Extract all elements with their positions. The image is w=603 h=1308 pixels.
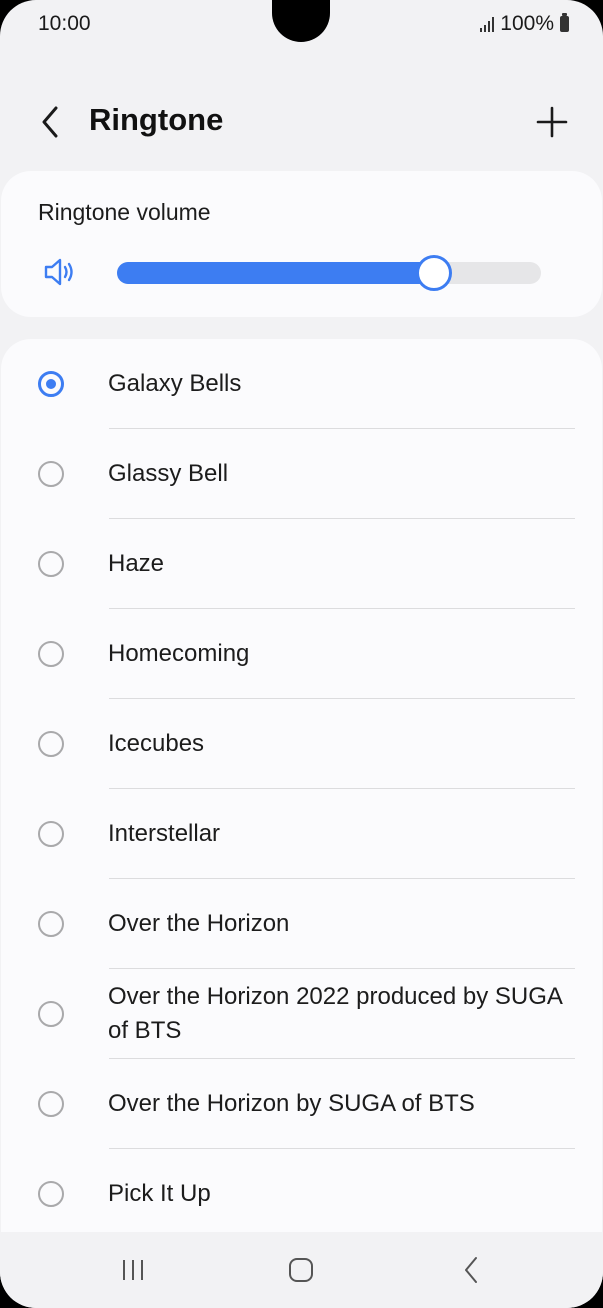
volume-slider-fill (117, 262, 431, 284)
system-back-button[interactable] (441, 1252, 501, 1288)
volume-slider[interactable] (117, 255, 541, 291)
ringtone-label: Over the Horizon (108, 910, 290, 937)
ringtone-radio[interactable] (38, 371, 64, 397)
recent-apps-button[interactable] (103, 1252, 163, 1288)
ringtone-item[interactable]: Over the Horizon 2022 produced by SUGA o… (1, 969, 602, 1059)
ringtone-label: Homecoming (108, 640, 250, 667)
status-bar: 10:00 100% (0, 0, 603, 50)
back-button[interactable] (30, 100, 70, 144)
ringtone-item[interactable]: Over the Horizon by SUGA of BTS (1, 1059, 602, 1149)
status-time: 10:00 (38, 12, 91, 35)
chevron-left-icon (42, 106, 58, 138)
ringtone-radio[interactable] (38, 731, 64, 757)
ringtone-item[interactable]: Glassy Bell (1, 429, 602, 519)
volume-slider-thumb[interactable] (415, 255, 452, 291)
volume-card: Ringtone volume (1, 171, 602, 317)
camera-notch (272, 0, 330, 42)
battery-icon (560, 13, 569, 32)
ringtone-list: Galaxy Bells Glassy Bell Haze Homecoming Ice… (1, 339, 602, 1239)
recent-apps-icon (123, 1260, 143, 1280)
ringtone-item[interactable]: Pick It Up (1, 1149, 602, 1239)
ringtone-radio[interactable] (38, 1091, 64, 1117)
home-icon (289, 1258, 313, 1282)
ringtone-label: Over the Horizon by SUGA of BTS (108, 1090, 475, 1117)
ringtone-label: Glassy Bell (108, 460, 229, 487)
add-ringtone-button[interactable] (528, 98, 576, 146)
plus-icon (536, 106, 568, 138)
ringtone-item[interactable]: Homecoming (1, 609, 602, 699)
ringtone-radio[interactable] (38, 911, 64, 937)
ringtone-screen: 10:00 100% Ringtone Ringtone volume Gala… (0, 0, 603, 1308)
home-button[interactable] (271, 1252, 331, 1288)
page-title: Ringtone (89, 102, 224, 137)
app-header: Ringtone (0, 80, 603, 164)
ringtone-radio[interactable] (38, 641, 64, 667)
ringtone-item[interactable]: Icecubes (1, 699, 602, 789)
ringtone-item[interactable]: Over the Horizon (1, 879, 602, 969)
ringtone-label: Interstellar (108, 820, 221, 847)
ringtone-radio[interactable] (38, 461, 64, 487)
ringtone-label: Over the Horizon 2022 produced by SUGA o… (108, 983, 562, 1044)
ringtone-radio[interactable] (38, 821, 64, 847)
ringtone-label: Pick It Up (108, 1180, 211, 1207)
ringtone-item[interactable]: Galaxy Bells (1, 339, 602, 429)
ringtone-label: Galaxy Bells (108, 370, 242, 397)
volume-label: Ringtone volume (38, 199, 211, 225)
navigation-bar (0, 1232, 603, 1308)
back-icon (465, 1257, 477, 1283)
ringtone-radio[interactable] (38, 551, 64, 577)
ringtone-radio[interactable] (38, 1001, 64, 1027)
ringtone-radio[interactable] (38, 1181, 64, 1207)
ringtone-item[interactable]: Interstellar (1, 789, 602, 879)
status-indicators: 100% (480, 12, 569, 36)
ringtone-item[interactable]: Haze (1, 519, 602, 609)
signal-icon (480, 16, 495, 32)
ringtone-label: Haze (108, 550, 165, 577)
speaker-icon[interactable] (43, 256, 79, 288)
battery-percentage: 100% (500, 12, 554, 35)
ringtone-label: Icecubes (108, 730, 205, 757)
